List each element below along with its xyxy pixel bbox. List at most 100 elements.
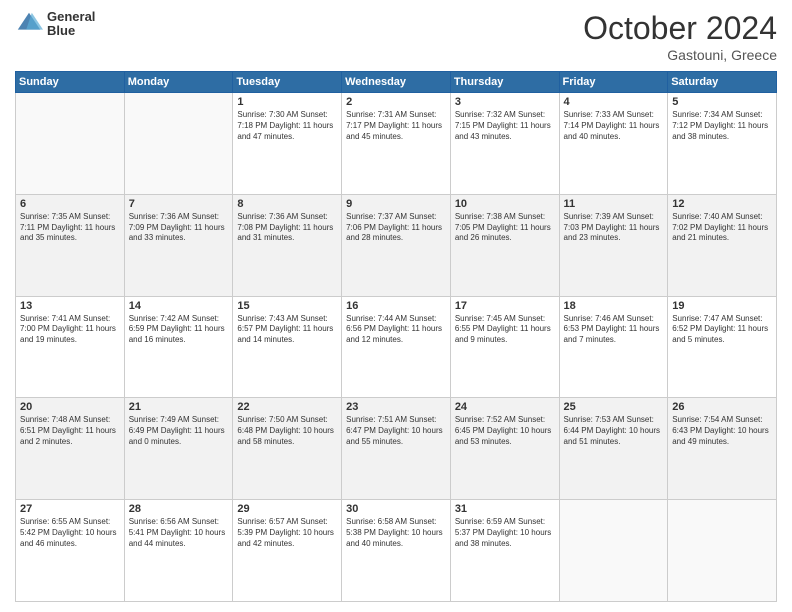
table-row: 7Sunrise: 7:36 AM Sunset: 7:09 PM Daylig… <box>124 194 233 296</box>
table-row: 11 Sunrise: 7:39 AM Sunset: 7:03 PM Dayli… <box>559 194 668 296</box>
table-row: 31Sunrise: 6:59 AM Sunset: 5:37 PM Dayli… <box>450 500 559 602</box>
page: General Blue October 2024 Gastouni, Gree… <box>0 0 792 612</box>
day-info: Sunrise: 6:56 AM Sunset: 5:41 PM Dayligh… <box>129 517 229 549</box>
day-number: 7 <box>129 198 229 210</box>
table-row: 27Sunrise: 6:55 AM Sunset: 5:42 PM Dayli… <box>16 500 125 602</box>
table-row: 6 Sunrise: 7:35 AM Sunset: 7:11 PM Daylig… <box>16 194 125 296</box>
table-row: 16 Sunrise: 7:44 AM Sunset: 6:56 PM Dayli… <box>342 296 451 398</box>
day-number: 5 <box>672 96 772 108</box>
table-row: 13 Sunrise: 7:41 AM Sunset: 7:00 PM Dayli… <box>16 296 125 398</box>
table-row: 24 Sunrise: 7:52 AM Sunset: 6:45 PM Dayli… <box>450 398 559 500</box>
day-number: 11 <box>564 198 664 210</box>
day-info: Sunrise: 7:52 AM Sunset: 6:45 PM Dayligh… <box>455 415 555 447</box>
day-number: 10 <box>455 198 555 210</box>
table-row: 20Sunrise: 7:48 AM Sunset: 6:51 PM Dayli… <box>16 398 125 500</box>
logo-text: General Blue <box>47 10 95 39</box>
table-row <box>668 500 777 602</box>
day-number: 27 <box>20 503 120 515</box>
table-row: 1Sunrise: 7:30 AM Sunset: 7:18 PM Daylig… <box>233 93 342 195</box>
table-row: 19 Sunrise: 7:47 AM Sunset: 6:52 PM Dayli… <box>668 296 777 398</box>
day-number: 21 <box>129 401 229 413</box>
day-info: Sunrise: 7:34 AM Sunset: 7:12 PM Dayligh… <box>672 110 772 142</box>
day-info: Sunrise: 7:49 AM Sunset: 6:49 PM Dayligh… <box>129 415 229 447</box>
table-row: 23 Sunrise: 7:51 AM Sunset: 6:47 PM Dayli… <box>342 398 451 500</box>
day-info: Sunrise: 7:44 AM Sunset: 6:56 PM Dayligh… <box>346 314 446 346</box>
table-row: 25 Sunrise: 7:53 AM Sunset: 6:44 PM Dayli… <box>559 398 668 500</box>
logo: General Blue <box>15 10 95 39</box>
col-saturday: Saturday <box>668 72 777 93</box>
calendar-table: Sunday Monday Tuesday Wednesday Thursday… <box>15 71 777 602</box>
col-wednesday: Wednesday <box>342 72 451 93</box>
day-info: Sunrise: 7:51 AM Sunset: 6:47 PM Dayligh… <box>346 415 446 447</box>
table-row: 14Sunrise: 7:42 AM Sunset: 6:59 PM Dayli… <box>124 296 233 398</box>
table-row <box>16 93 125 195</box>
logo-line1: General <box>47 10 95 24</box>
table-row <box>559 500 668 602</box>
table-row: 18Sunrise: 7:46 AM Sunset: 6:53 PM Dayli… <box>559 296 668 398</box>
day-number: 18 <box>564 300 664 312</box>
calendar-week-row: 6 Sunrise: 7:35 AM Sunset: 7:11 PM Daylig… <box>16 194 777 296</box>
calendar-week-row: 13 Sunrise: 7:41 AM Sunset: 7:00 PM Dayli… <box>16 296 777 398</box>
table-row: 2 Sunrise: 7:31 AM Sunset: 7:17 PM Daylig… <box>342 93 451 195</box>
calendar-header-row: Sunday Monday Tuesday Wednesday Thursday… <box>16 72 777 93</box>
location: Gastouni, Greece <box>583 47 777 63</box>
table-row: 5 Sunrise: 7:34 AM Sunset: 7:12 PM Daylig… <box>668 93 777 195</box>
day-number: 14 <box>129 300 229 312</box>
day-number: 20 <box>20 401 120 413</box>
calendar-week-row: 1Sunrise: 7:30 AM Sunset: 7:18 PM Daylig… <box>16 93 777 195</box>
col-friday: Friday <box>559 72 668 93</box>
calendar-week-row: 27Sunrise: 6:55 AM Sunset: 5:42 PM Dayli… <box>16 500 777 602</box>
logo-line2: Blue <box>47 24 95 38</box>
col-monday: Monday <box>124 72 233 93</box>
day-info: Sunrise: 7:36 AM Sunset: 7:08 PM Dayligh… <box>237 212 337 244</box>
day-number: 4 <box>564 96 664 108</box>
day-number: 29 <box>237 503 337 515</box>
day-info: Sunrise: 7:54 AM Sunset: 6:43 PM Dayligh… <box>672 415 772 447</box>
day-number: 17 <box>455 300 555 312</box>
col-sunday: Sunday <box>16 72 125 93</box>
day-number: 16 <box>346 300 446 312</box>
day-number: 25 <box>564 401 664 413</box>
table-row: 29Sunrise: 6:57 AM Sunset: 5:39 PM Dayli… <box>233 500 342 602</box>
table-row: 28 Sunrise: 6:56 AM Sunset: 5:41 PM Dayli… <box>124 500 233 602</box>
calendar-week-row: 20Sunrise: 7:48 AM Sunset: 6:51 PM Dayli… <box>16 398 777 500</box>
day-info: Sunrise: 7:35 AM Sunset: 7:11 PM Dayligh… <box>20 212 120 244</box>
day-number: 24 <box>455 401 555 413</box>
day-number: 28 <box>129 503 229 515</box>
day-number: 2 <box>346 96 446 108</box>
day-number: 9 <box>346 198 446 210</box>
table-row: 12 Sunrise: 7:40 AM Sunset: 7:02 PM Dayli… <box>668 194 777 296</box>
header: General Blue October 2024 Gastouni, Gree… <box>15 10 777 63</box>
table-row: 26Sunrise: 7:54 AM Sunset: 6:43 PM Dayli… <box>668 398 777 500</box>
day-info: Sunrise: 7:37 AM Sunset: 7:06 PM Dayligh… <box>346 212 446 244</box>
day-number: 19 <box>672 300 772 312</box>
day-info: Sunrise: 7:47 AM Sunset: 6:52 PM Dayligh… <box>672 314 772 346</box>
day-info: Sunrise: 7:45 AM Sunset: 6:55 PM Dayligh… <box>455 314 555 346</box>
day-number: 15 <box>237 300 337 312</box>
table-row <box>124 93 233 195</box>
day-info: Sunrise: 7:40 AM Sunset: 7:02 PM Dayligh… <box>672 212 772 244</box>
day-info: Sunrise: 7:39 AM Sunset: 7:03 PM Dayligh… <box>564 212 664 244</box>
day-number: 13 <box>20 300 120 312</box>
day-info: Sunrise: 7:31 AM Sunset: 7:17 PM Dayligh… <box>346 110 446 142</box>
table-row: 3Sunrise: 7:32 AM Sunset: 7:15 PM Daylig… <box>450 93 559 195</box>
day-number: 12 <box>672 198 772 210</box>
table-row: 22Sunrise: 7:50 AM Sunset: 6:48 PM Dayli… <box>233 398 342 500</box>
title-block: October 2024 Gastouni, Greece <box>583 10 777 63</box>
table-row: 21 Sunrise: 7:49 AM Sunset: 6:49 PM Dayli… <box>124 398 233 500</box>
day-info: Sunrise: 7:38 AM Sunset: 7:05 PM Dayligh… <box>455 212 555 244</box>
day-number: 1 <box>237 96 337 108</box>
day-info: Sunrise: 6:59 AM Sunset: 5:37 PM Dayligh… <box>455 517 555 549</box>
day-number: 23 <box>346 401 446 413</box>
table-row: 17 Sunrise: 7:45 AM Sunset: 6:55 PM Dayli… <box>450 296 559 398</box>
table-row: 10 Sunrise: 7:38 AM Sunset: 7:05 PM Dayli… <box>450 194 559 296</box>
table-row: 30Sunrise: 6:58 AM Sunset: 5:38 PM Dayli… <box>342 500 451 602</box>
day-number: 6 <box>20 198 120 210</box>
day-info: Sunrise: 7:41 AM Sunset: 7:00 PM Dayligh… <box>20 314 120 346</box>
table-row: 4Sunrise: 7:33 AM Sunset: 7:14 PM Daylig… <box>559 93 668 195</box>
day-number: 22 <box>237 401 337 413</box>
day-info: Sunrise: 7:32 AM Sunset: 7:15 PM Dayligh… <box>455 110 555 142</box>
col-thursday: Thursday <box>450 72 559 93</box>
col-tuesday: Tuesday <box>233 72 342 93</box>
day-info: Sunrise: 7:53 AM Sunset: 6:44 PM Dayligh… <box>564 415 664 447</box>
